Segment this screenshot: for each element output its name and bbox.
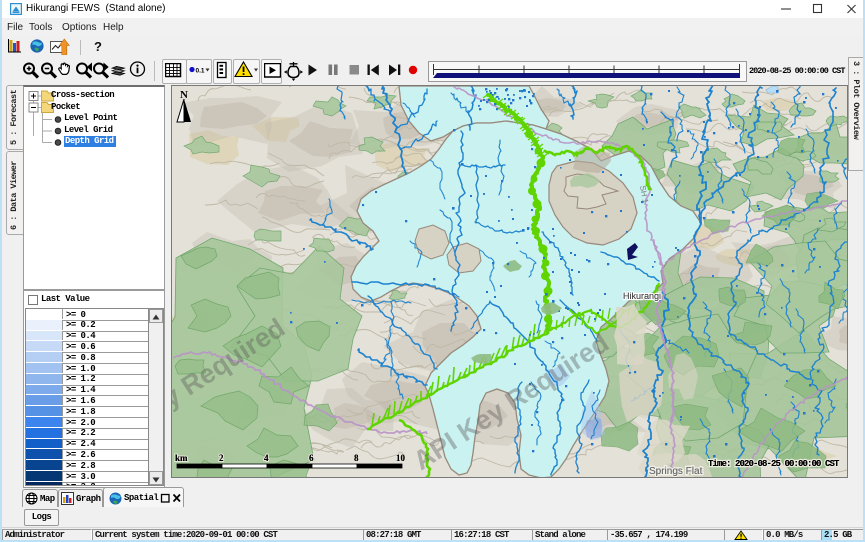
svg-text:km: km bbox=[175, 453, 188, 463]
svg-text:0.1: 0.1 bbox=[196, 68, 205, 75]
svg-text:Hikurangi: Hikurangi bbox=[623, 291, 661, 301]
svg-text:6: 6 bbox=[309, 453, 314, 463]
svg-text:2: 2 bbox=[219, 453, 224, 463]
svg-text:Springs Flat: Springs Flat bbox=[649, 466, 703, 477]
svg-text:Time: 2020-08-25 00:00:00 CST: Time: 2020-08-25 00:00:00 CST bbox=[708, 459, 840, 469]
svg-text:4: 4 bbox=[264, 453, 269, 463]
svg-text:8: 8 bbox=[354, 453, 359, 463]
svg-text:10: 10 bbox=[396, 453, 406, 463]
